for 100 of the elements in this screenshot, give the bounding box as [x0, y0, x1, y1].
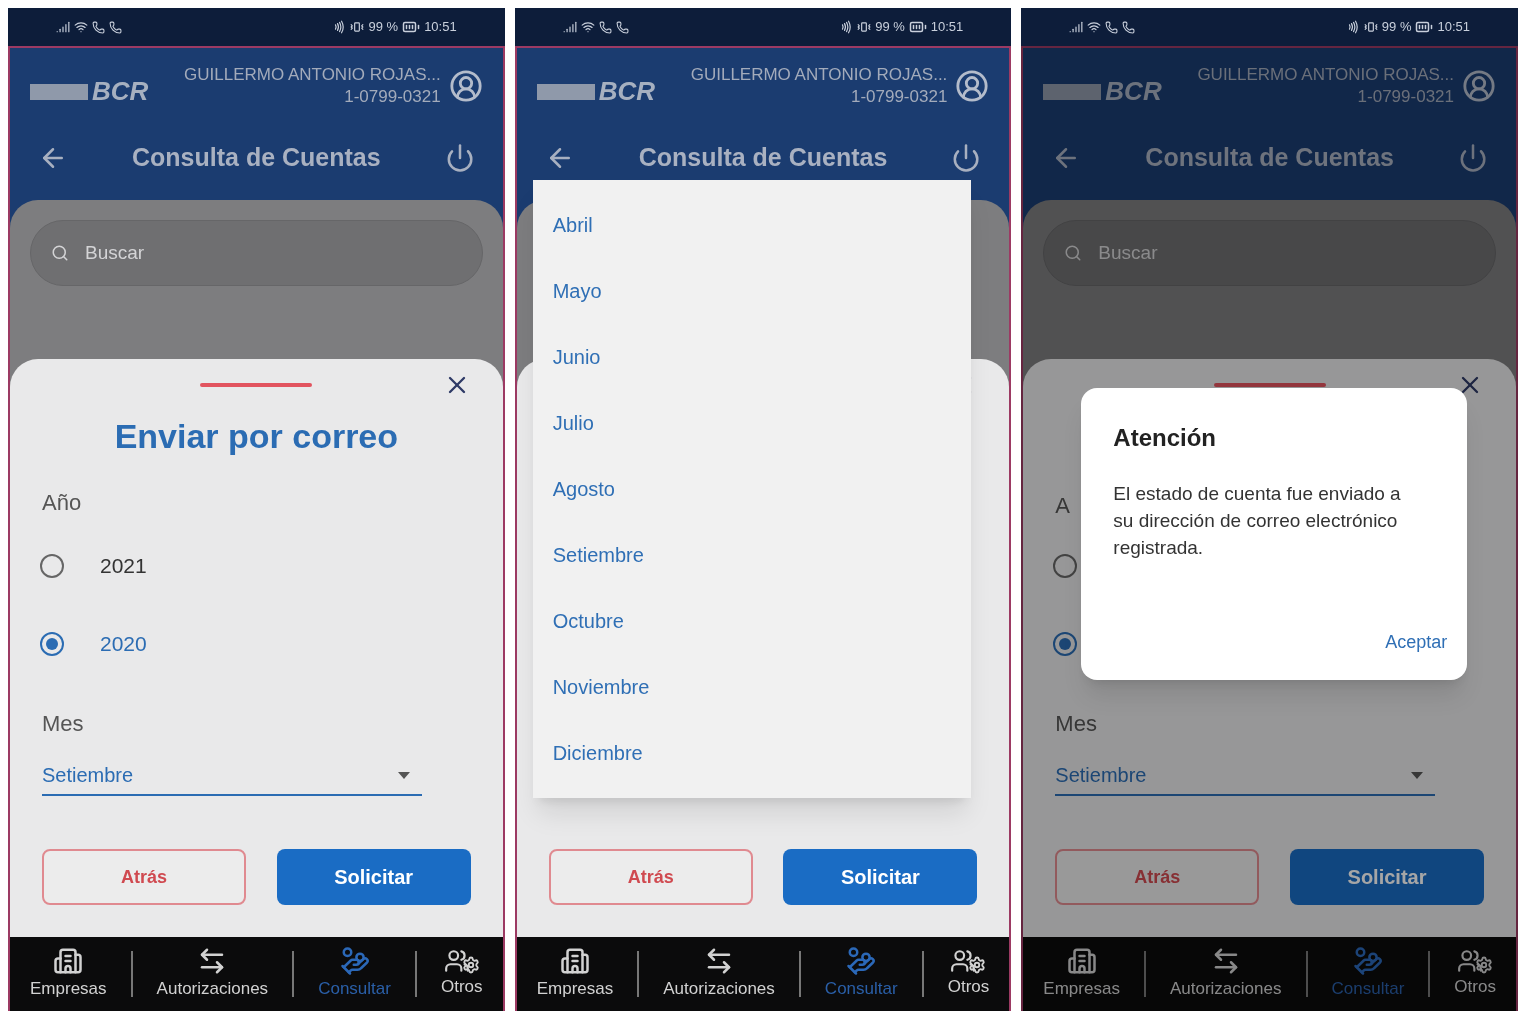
- nav-tab[interactable]: Consultar: [824, 946, 898, 1002]
- drag-handle[interactable]: [200, 383, 313, 387]
- phone-icon: [1105, 20, 1119, 34]
- menu-item[interactable]: Julio: [532, 390, 971, 456]
- clock: 10:51: [1437, 18, 1470, 37]
- signal-icon: [562, 20, 577, 34]
- signal-icon: [56, 20, 70, 34]
- drag-handle[interactable]: [1213, 383, 1326, 387]
- hand-coins-icon: [1352, 946, 1383, 977]
- search-icon: [1064, 244, 1083, 262]
- users-gear-icon: [1457, 948, 1494, 975]
- back-button[interactable]: Atrás: [548, 849, 753, 905]
- search-field[interactable]: Buscar: [1043, 220, 1496, 286]
- radio-button[interactable]: [1053, 632, 1078, 656]
- nav-tab[interactable]: Empresas: [536, 946, 614, 1002]
- radio-label: 2021: [100, 553, 147, 580]
- phone-icon: [92, 20, 105, 34]
- search-icon: [51, 244, 69, 262]
- vibrate-icon: [857, 20, 872, 34]
- power-icon[interactable]: [951, 142, 982, 173]
- user-name: GUILLERMO ANTONIO ROJAS...: [184, 64, 441, 86]
- power-icon[interactable]: [1458, 142, 1488, 173]
- wifi-icon: [1087, 20, 1102, 34]
- radio-button[interactable]: [40, 554, 64, 578]
- nav-tab[interactable]: Consultar: [318, 946, 391, 1002]
- screen-title: Consulta de Cuentas: [132, 142, 381, 173]
- radio-label: 2020: [100, 631, 147, 658]
- vibrate-icon: [350, 20, 365, 34]
- menu-item[interactable]: Junio: [532, 324, 971, 390]
- nav-tab[interactable]: Autorizaciones: [663, 946, 775, 1002]
- nav-tab[interactable]: Autorizaciones: [1169, 946, 1282, 1002]
- screen-title: Consulta de Cuentas: [1145, 142, 1394, 173]
- sheet-title: Enviar por correo: [113, 416, 400, 457]
- profile-icon[interactable]: [1462, 68, 1496, 103]
- user-name: GUILLERMO ANTONIO ROJAS...: [1197, 64, 1454, 86]
- profile-icon[interactable]: [448, 68, 483, 103]
- logo-text: BCR: [1105, 75, 1162, 108]
- field-label: A: [1055, 492, 1071, 520]
- back-button[interactable]: Atrás: [1055, 849, 1260, 905]
- caret-icon: [398, 771, 410, 779]
- users-gear-icon: [950, 948, 987, 975]
- nav-tab[interactable]: Empresas: [1043, 946, 1120, 1002]
- nfc-icon: [332, 20, 347, 34]
- signal-icon: [1069, 20, 1084, 34]
- menu-item[interactable]: Abril: [532, 192, 971, 258]
- building-icon: [1066, 946, 1097, 977]
- month-select[interactable]: Setiembre: [42, 760, 422, 796]
- submit-button[interactable]: Solicitar: [276, 849, 471, 905]
- field-label: Año: [42, 489, 82, 517]
- submit-button[interactable]: Solicitar: [783, 849, 978, 905]
- menu-item[interactable]: Mayo: [532, 258, 971, 324]
- dialog-title: Atención: [1113, 423, 1217, 453]
- phone-icon: [109, 20, 122, 34]
- battery-percent: 99 %: [875, 18, 905, 37]
- vibrate-icon: [1363, 20, 1378, 34]
- clock: 10:51: [424, 18, 457, 37]
- screen-title: Consulta de Cuentas: [638, 142, 888, 173]
- profile-icon[interactable]: [955, 68, 990, 103]
- logo-text: BCR: [92, 75, 149, 108]
- nav-tab[interactable]: Empresas: [30, 946, 107, 1002]
- logo-bar-icon: [536, 81, 595, 102]
- logo-bar-icon: [30, 81, 88, 102]
- accept-button[interactable]: Aceptar: [1385, 629, 1448, 656]
- menu-item[interactable]: Octubre: [532, 588, 971, 654]
- battery-percent: 99 %: [1381, 18, 1412, 37]
- field-label: Mes: [42, 710, 84, 738]
- nav-tab[interactable]: Otros: [1454, 948, 1496, 1000]
- radio-button[interactable]: [1053, 554, 1078, 578]
- clock: 10:51: [930, 18, 964, 37]
- caret-icon: [1411, 771, 1424, 779]
- nfc-icon: [839, 20, 854, 34]
- phone-icon: [615, 20, 629, 34]
- phone-icon: [598, 20, 612, 34]
- menu-item[interactable]: Diciembre: [532, 720, 971, 786]
- menu-item[interactable]: Setiembre: [532, 522, 971, 588]
- menu-item[interactable]: Agosto: [532, 456, 971, 522]
- hand-coins-icon: [339, 946, 370, 977]
- nav-tab[interactable]: Otros: [947, 948, 990, 1000]
- hand-coins-icon: [846, 946, 877, 977]
- building-icon: [53, 946, 84, 977]
- building-icon: [559, 946, 590, 977]
- user-id: 1-0799-0321: [1357, 85, 1454, 107]
- wifi-icon: [580, 20, 595, 34]
- phone-icon: [1122, 20, 1136, 34]
- battery-percent: 99 %: [368, 18, 399, 37]
- wifi-icon: [74, 20, 88, 34]
- user-name: GUILLERMO ANTONIO ROJAS...: [690, 64, 948, 86]
- nav-tab[interactable]: Otros: [441, 948, 483, 1000]
- search-field[interactable]: Buscar: [30, 220, 483, 286]
- field-label: Mes: [1055, 710, 1097, 738]
- users-gear-icon: [443, 948, 480, 975]
- dialog-message: El estado de cuenta fue enviado a su dirección de correo electrónico registrada.: [1113, 482, 1402, 560]
- radio-button[interactable]: [40, 632, 64, 656]
- user-id: 1-0799-0321: [344, 85, 441, 107]
- month-select[interactable]: Setiembre: [1055, 760, 1436, 796]
- submit-button[interactable]: Solicitar: [1290, 849, 1484, 905]
- back-button[interactable]: Atrás: [42, 849, 246, 905]
- user-id: 1-0799-0321: [850, 85, 948, 107]
- menu-item[interactable]: Noviembre: [532, 654, 971, 720]
- nav-tab[interactable]: Autorizaciones: [156, 946, 269, 1002]
